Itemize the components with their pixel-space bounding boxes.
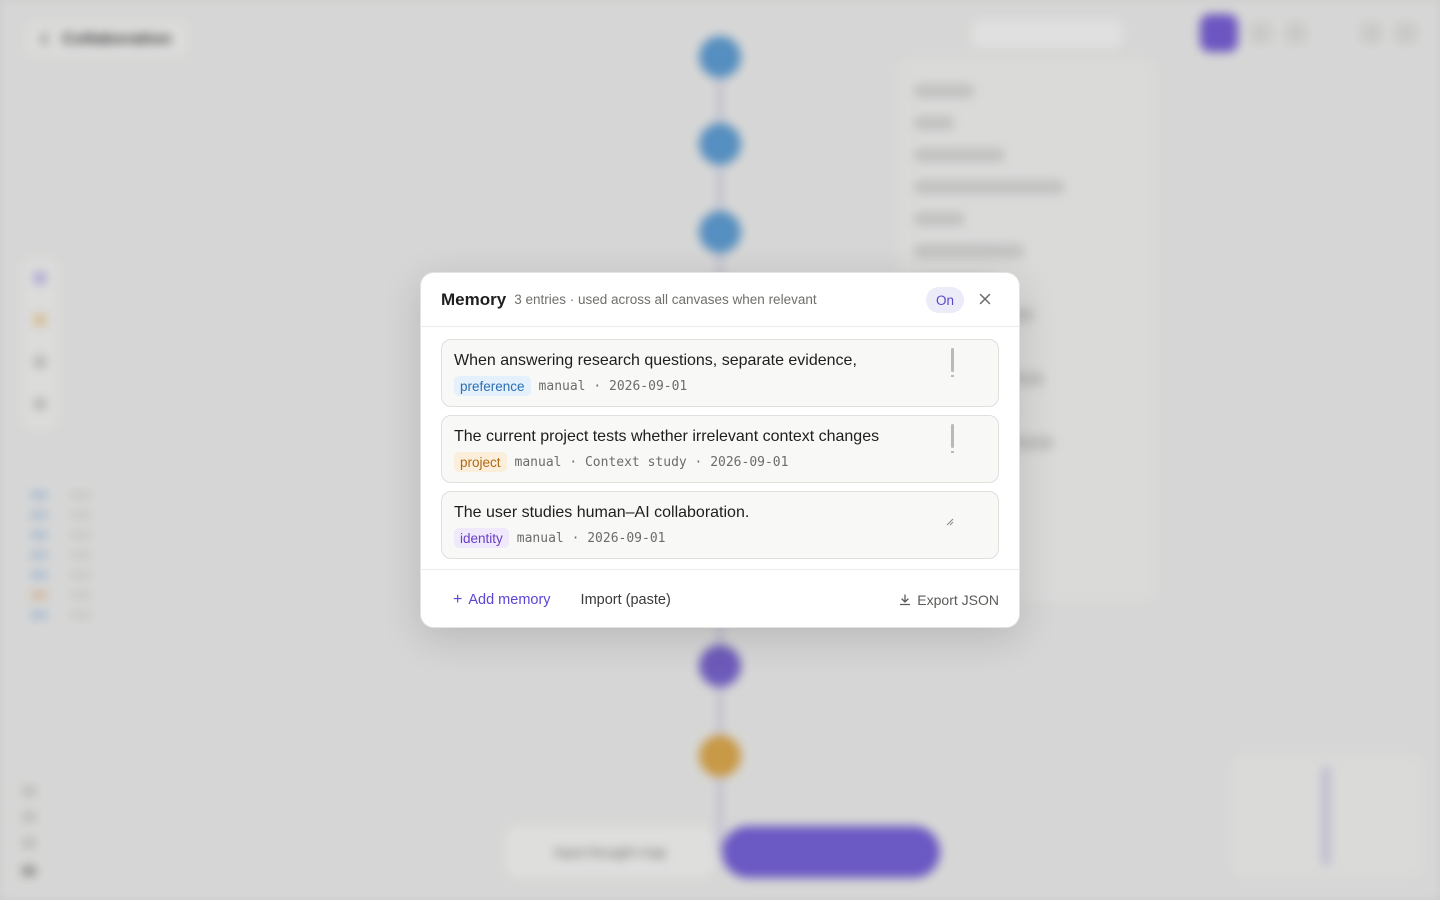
- export-json-button[interactable]: Export JSON: [899, 592, 999, 608]
- entry-scrollbar[interactable]: [951, 424, 954, 448]
- memory-entry-source: manual · 2026-09-01: [516, 530, 666, 546]
- memory-entry[interactable]: The user studies human–AI collaboration.…: [441, 491, 999, 559]
- plus-icon: +: [453, 590, 463, 608]
- memory-modal: Memory 3 entries · used across all canva…: [420, 272, 1020, 628]
- modal-footer: + Add memory Import (paste) Export JSON: [421, 569, 1019, 627]
- memory-entry-meta: preference manual · 2026-09-01: [454, 376, 986, 396]
- resize-grip-icon[interactable]: [944, 516, 954, 526]
- add-memory-label: Add memory: [468, 591, 551, 608]
- memory-entry-meta: identity manual · 2026-09-01: [454, 528, 986, 548]
- memory-entry-meta: project manual · Context study · 2026-09…: [454, 452, 986, 472]
- memory-tag: identity: [454, 528, 509, 548]
- entry-scrollbar[interactable]: [951, 348, 954, 372]
- entry-scrollbar-arrow: [951, 451, 954, 453]
- import-paste-button[interactable]: Import (paste): [573, 588, 679, 612]
- memory-entry-list: When answering research questions, separ…: [421, 327, 1019, 559]
- memory-entry-source: manual · Context study · 2026-09-01: [514, 454, 789, 470]
- memory-entry[interactable]: The current project tests whether irrele…: [441, 415, 999, 483]
- close-icon: [979, 293, 991, 305]
- memory-entry[interactable]: When answering research questions, separ…: [441, 339, 999, 407]
- memory-entry-text[interactable]: When answering research questions, separ…: [454, 350, 934, 372]
- memory-toggle[interactable]: On: [926, 287, 965, 313]
- memory-entry-text[interactable]: The current project tests whether irrele…: [454, 426, 934, 448]
- memory-entry-source: manual · 2026-09-01: [538, 378, 688, 394]
- modal-title: Memory: [441, 289, 507, 309]
- export-json-label: Export JSON: [917, 591, 999, 608]
- entry-scrollbar-arrow: [951, 375, 954, 377]
- memory-tag: project: [454, 452, 507, 472]
- memory-entry-text[interactable]: The user studies human–AI collaboration.: [454, 502, 934, 524]
- modal-header: Memory 3 entries · used across all canva…: [421, 273, 1019, 327]
- modal-subtitle: 3 entries · used across all canvases whe…: [514, 292, 817, 307]
- memory-tag: preference: [454, 376, 531, 396]
- add-memory-button[interactable]: + Add memory: [441, 587, 563, 613]
- close-button[interactable]: [973, 286, 997, 312]
- download-icon: [900, 593, 911, 605]
